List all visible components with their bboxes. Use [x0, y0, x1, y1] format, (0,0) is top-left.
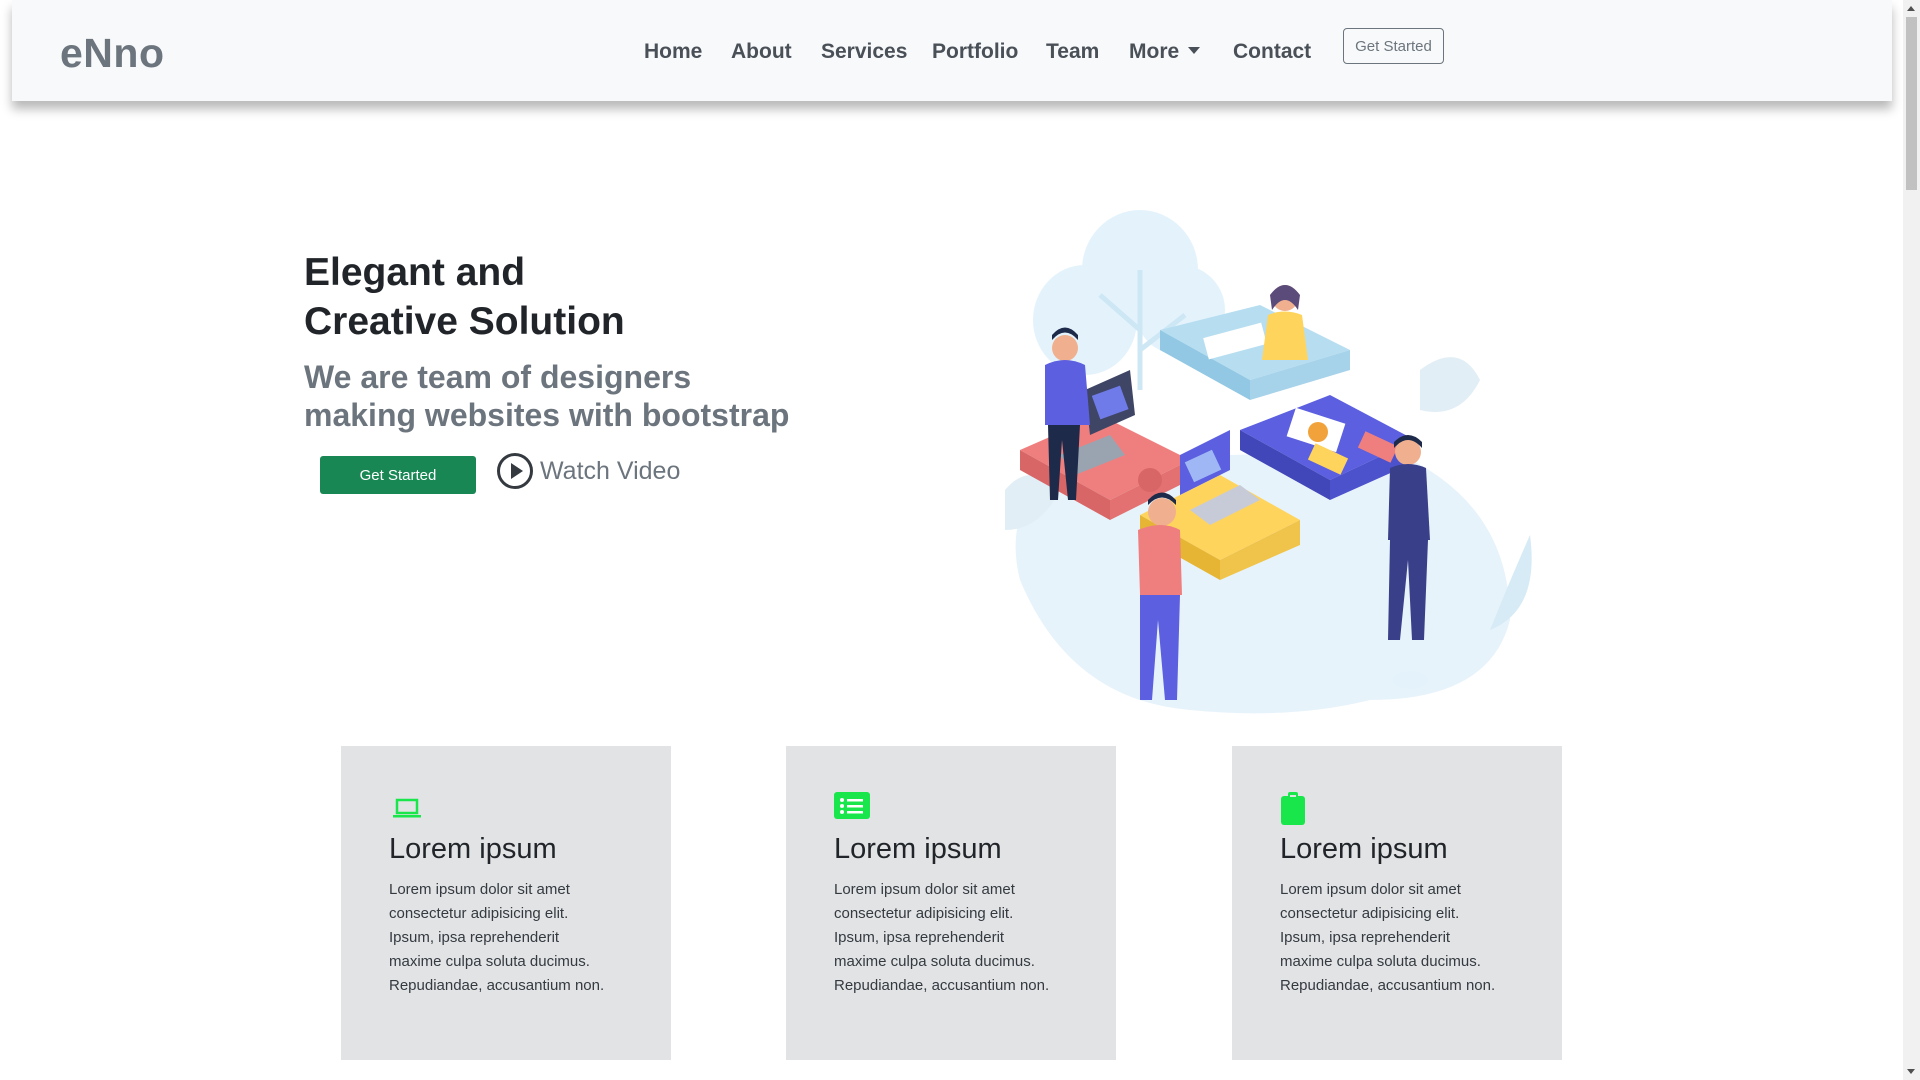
card-text-line: maxime culpa soluta ducimus. [1280, 953, 1481, 970]
watch-video-link[interactable]: Watch Video [496, 452, 680, 490]
list-icon [834, 792, 870, 827]
nav-dropdown-more[interactable]: More [1129, 40, 1201, 64]
clipboard-icon [1280, 792, 1316, 831]
card-title: Lorem ipsum [389, 833, 557, 865]
card-text-line: Ipsum, ipsa reprehenderit [834, 929, 1005, 946]
hero-subtitle-line1: We are team of designers [304, 359, 692, 395]
scroll-thumb[interactable] [1906, 17, 1917, 190]
nav-link-home[interactable]: Home [644, 40, 702, 64]
hero-title-line1: Elegant and [304, 251, 526, 294]
nav-link-portfolio[interactable]: Portfolio [932, 40, 1018, 64]
nav-link-more-label: More [1129, 40, 1180, 63]
card-text-line: maxime culpa soluta ducimus. [389, 953, 590, 970]
feature-card-2: Lorem ipsum Lorem ipsum dolor sit amet c… [786, 746, 1116, 1060]
brand-logo[interactable]: eNno [60, 30, 165, 77]
card-text-line: Lorem ipsum dolor sit amet [389, 881, 570, 898]
page-scrollbar[interactable] [1903, 0, 1920, 1080]
card-title: Lorem ipsum [834, 833, 1002, 865]
nav-link-services[interactable]: Services [821, 40, 907, 64]
watch-video-label: Watch Video [540, 456, 681, 485]
card-text-line: Lorem ipsum dolor sit amet [834, 881, 1015, 898]
card-text-line: consectetur adipisicing elit. [1280, 905, 1460, 922]
laptop-icon [389, 792, 425, 827]
card-text-line: Repudiandae, accusantium non. [834, 977, 1050, 994]
card-text-line: Ipsum, ipsa reprehenderit [389, 929, 560, 946]
hero-subtitle-line2: making websites with bootstrap [304, 397, 790, 433]
nav-link-team[interactable]: Team [1046, 40, 1099, 64]
card-text: Lorem ipsum dolor sit amet consectetur a… [834, 878, 1074, 998]
hero-title: Elegant and Creative Solution [304, 248, 625, 346]
play-circle-icon [497, 453, 533, 489]
team-puzzle-illustration [1005, 210, 1532, 714]
nav-link-contact[interactable]: Contact [1233, 40, 1311, 64]
card-title: Lorem ipsum [1280, 833, 1448, 865]
card-text-line: Repudiandae, accusantium non. [1280, 977, 1496, 994]
card-text-line: Repudiandae, accusantium non. [389, 977, 605, 994]
nav-get-started-button[interactable]: Get Started [1343, 28, 1444, 64]
scroll-down-arrow-icon[interactable] [1907, 1069, 1915, 1074]
card-text: Lorem ipsum dolor sit amet consectetur a… [389, 878, 629, 998]
navbar: eNno Home About Services Portfolio Team … [12, 0, 1892, 101]
card-text-line: Lorem ipsum dolor sit amet [1280, 881, 1461, 898]
caret-down-icon [1188, 47, 1201, 54]
card-text-line: consectetur adipisicing elit. [834, 905, 1014, 922]
card-text: Lorem ipsum dolor sit amet consectetur a… [1280, 878, 1520, 998]
scroll-up-arrow-icon[interactable] [1907, 6, 1915, 11]
hero-title-line2: Creative Solution [304, 300, 625, 343]
feature-card-1: Lorem ipsum Lorem ipsum dolor sit amet c… [341, 746, 671, 1060]
nav-link-about[interactable]: About [731, 40, 792, 64]
hero-subtitle: We are team of designers making websites … [304, 358, 789, 434]
card-text-line: Ipsum, ipsa reprehenderit [1280, 929, 1451, 946]
card-text-line: consectetur adipisicing elit. [389, 905, 569, 922]
card-text-line: maxime culpa soluta ducimus. [834, 953, 1035, 970]
hero-get-started-button[interactable]: Get Started [320, 456, 476, 494]
feature-card-3: Lorem ipsum Lorem ipsum dolor sit amet c… [1232, 746, 1562, 1060]
